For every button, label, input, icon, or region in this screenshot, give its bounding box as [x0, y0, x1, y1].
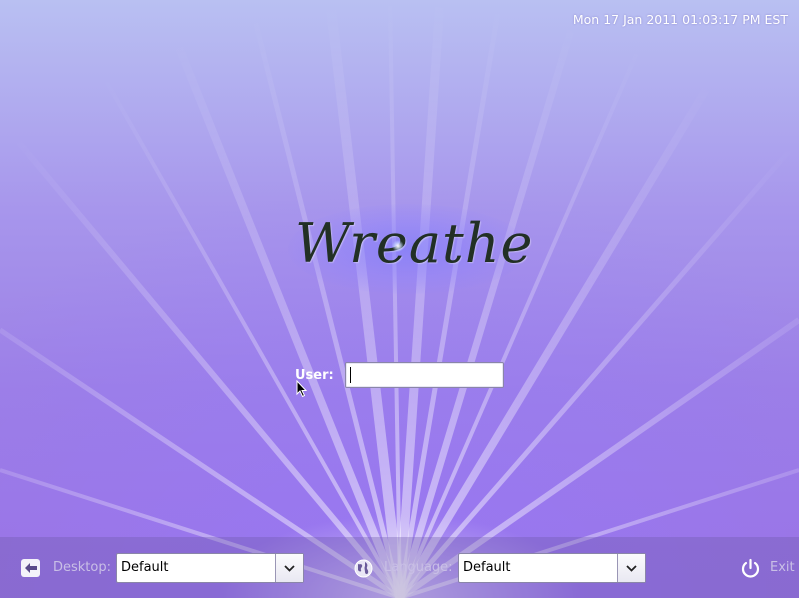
desktop-select-value: Default	[121, 560, 169, 575]
chevron-down-icon	[284, 564, 295, 572]
desktop-dropdown-button[interactable]	[275, 554, 303, 582]
background-rays	[0, 0, 799, 598]
power-icon[interactable]	[740, 558, 761, 579]
mouse-pointer-icon	[296, 380, 308, 398]
user-input[interactable]	[345, 362, 504, 388]
back-button[interactable]	[21, 559, 40, 577]
language-dropdown-button[interactable]	[617, 554, 645, 582]
language-select-value: Default	[463, 560, 511, 575]
chevron-down-icon	[626, 564, 637, 572]
language-label: Language:	[384, 560, 453, 575]
text-caret	[350, 367, 351, 383]
language-select[interactable]: Default	[458, 553, 646, 583]
desktop-label: Desktop:	[53, 560, 111, 575]
clock-display: Mon 17 Jan 2011 01:03:17 PM EST	[572, 12, 788, 27]
logo-sparkle	[392, 240, 404, 252]
back-arrow-icon	[24, 563, 37, 573]
desktop-select[interactable]: Default	[116, 553, 304, 583]
exit-button[interactable]: Exit	[770, 560, 795, 575]
globe-icon	[354, 559, 373, 578]
distro-logo: Wreathe	[295, 212, 534, 275]
